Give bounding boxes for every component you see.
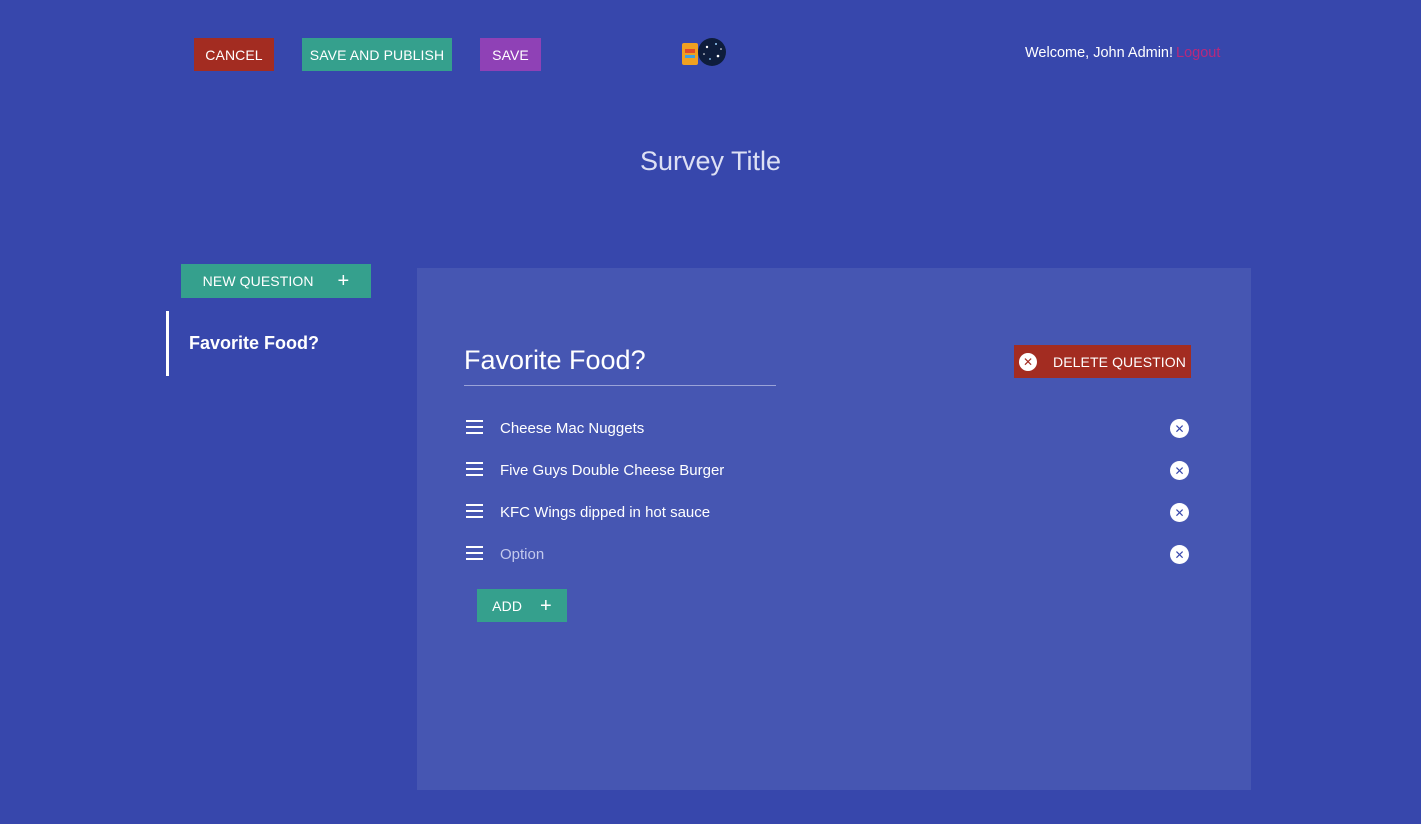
new-option-row: Option ✕ — [464, 540, 1194, 570]
app-logo — [680, 35, 728, 69]
option-row: KFC Wings dipped in hot sauce ✕ — [464, 498, 1194, 528]
close-circle-icon: ✕ — [1170, 503, 1189, 522]
save-button-label: SAVE — [492, 46, 529, 63]
welcome-text: Welcome, John Admin! — [1025, 45, 1174, 61]
plus-icon: + — [540, 594, 552, 617]
remove-option-button[interactable]: ✕ — [1170, 503, 1189, 522]
save-button[interactable]: SAVE — [480, 38, 541, 71]
remove-option-button[interactable]: ✕ — [1170, 419, 1189, 438]
option-row: Five Guys Double Cheese Burger ✕ — [464, 456, 1194, 486]
drag-handle-icon[interactable] — [464, 462, 484, 478]
logo-icon — [682, 38, 726, 66]
drag-handle-icon[interactable] — [464, 420, 484, 436]
option-text[interactable]: Cheese Mac Nuggets — [500, 414, 644, 444]
question-title-input[interactable] — [464, 340, 776, 380]
option-text[interactable]: KFC Wings dipped in hot sauce — [500, 498, 710, 528]
save-and-publish-label: SAVE AND PUBLISH — [309, 46, 445, 63]
cancel-button[interactable]: CANCEL — [194, 38, 274, 71]
close-circle-icon: ✕ — [1170, 461, 1189, 480]
sidebar-item-label: Favorite Food? — [189, 333, 319, 353]
logout-link[interactable]: Logout — [1176, 45, 1220, 61]
drag-handle-icon[interactable] — [464, 504, 484, 520]
question-title-field — [464, 340, 776, 386]
save-and-publish-button[interactable]: SAVE AND PUBLISH — [302, 38, 452, 71]
remove-option-button[interactable]: ✕ — [1170, 461, 1189, 480]
delete-question-button[interactable]: ✕ DELETE QUESTION — [1014, 345, 1191, 378]
drag-handle-icon[interactable] — [464, 546, 484, 562]
close-circle-icon: ✕ — [1170, 419, 1189, 438]
add-option-label: ADD — [492, 597, 523, 614]
plus-icon: + — [337, 270, 350, 292]
close-circle-icon: ✕ — [1170, 545, 1189, 564]
option-row: Cheese Mac Nuggets ✕ — [464, 414, 1194, 444]
new-option-input[interactable]: Option — [500, 540, 544, 570]
new-question-button[interactable]: NEW QUESTION + — [181, 264, 371, 298]
welcome-message: Welcome, John Admin! Logout — [1025, 45, 1220, 61]
cancel-button-label: CANCEL — [205, 46, 263, 63]
option-text[interactable]: Five Guys Double Cheese Burger — [500, 456, 724, 486]
close-circle-icon: ✕ — [1019, 352, 1038, 371]
survey-title[interactable]: Survey Title — [0, 146, 1421, 177]
sidebar-item-question[interactable]: Favorite Food? — [166, 311, 366, 376]
delete-question-label: DELETE QUESTION — [1053, 353, 1186, 370]
new-question-label: NEW QUESTION — [202, 273, 314, 289]
add-option-button[interactable]: ADD + — [477, 589, 567, 622]
remove-option-button[interactable]: ✕ — [1170, 545, 1189, 564]
